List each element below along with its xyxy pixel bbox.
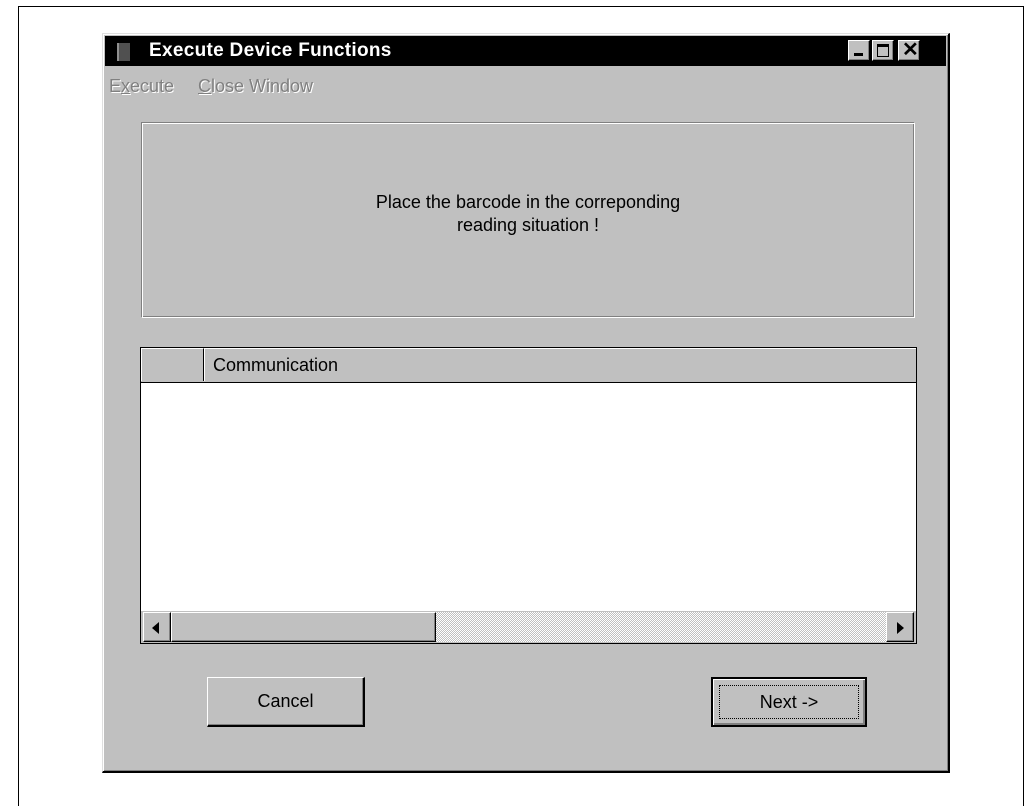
instruction-text-line-2: reading situation ! <box>456 215 600 235</box>
app-icon[interactable] <box>117 43 130 61</box>
scrollbar-thumb[interactable] <box>171 612 436 642</box>
scroll-left-button[interactable] <box>143 612 171 642</box>
menu-execute[interactable]: Execute <box>109 76 174 97</box>
instruction-panel: Place the barcode in the correponding re… <box>141 122 915 318</box>
scrollbar-track[interactable] <box>171 612 886 642</box>
maximize-button[interactable] <box>872 40 894 61</box>
scroll-right-button[interactable] <box>886 612 914 642</box>
window-title: Execute Device Functions <box>149 40 392 61</box>
communication-list[interactable]: Communication <box>140 347 917 644</box>
column-header-blank[interactable] <box>141 348 204 381</box>
title-bar[interactable]: Execute Device Functions ✕ <box>105 36 946 66</box>
next-button[interactable]: Next -> <box>711 677 867 727</box>
cancel-button[interactable]: Cancel <box>207 677 365 727</box>
execute-device-functions-window: Execute Device Functions ✕ Execute Close… <box>102 33 950 773</box>
arrow-right-icon <box>897 622 904 634</box>
instruction-text-line-1: Place the barcode in the correponding <box>375 192 681 212</box>
menu-close-window[interactable]: Close Window <box>198 76 313 97</box>
next-button-label: Next -> <box>719 685 859 719</box>
close-icon: ✕ <box>902 39 919 61</box>
list-header: Communication <box>141 348 916 383</box>
arrow-left-icon <box>152 622 159 634</box>
column-header-communication[interactable]: Communication <box>204 348 916 381</box>
close-button[interactable]: ✕ <box>898 39 920 61</box>
minimize-button[interactable] <box>848 40 870 61</box>
horizontal-scrollbar[interactable] <box>141 611 916 643</box>
